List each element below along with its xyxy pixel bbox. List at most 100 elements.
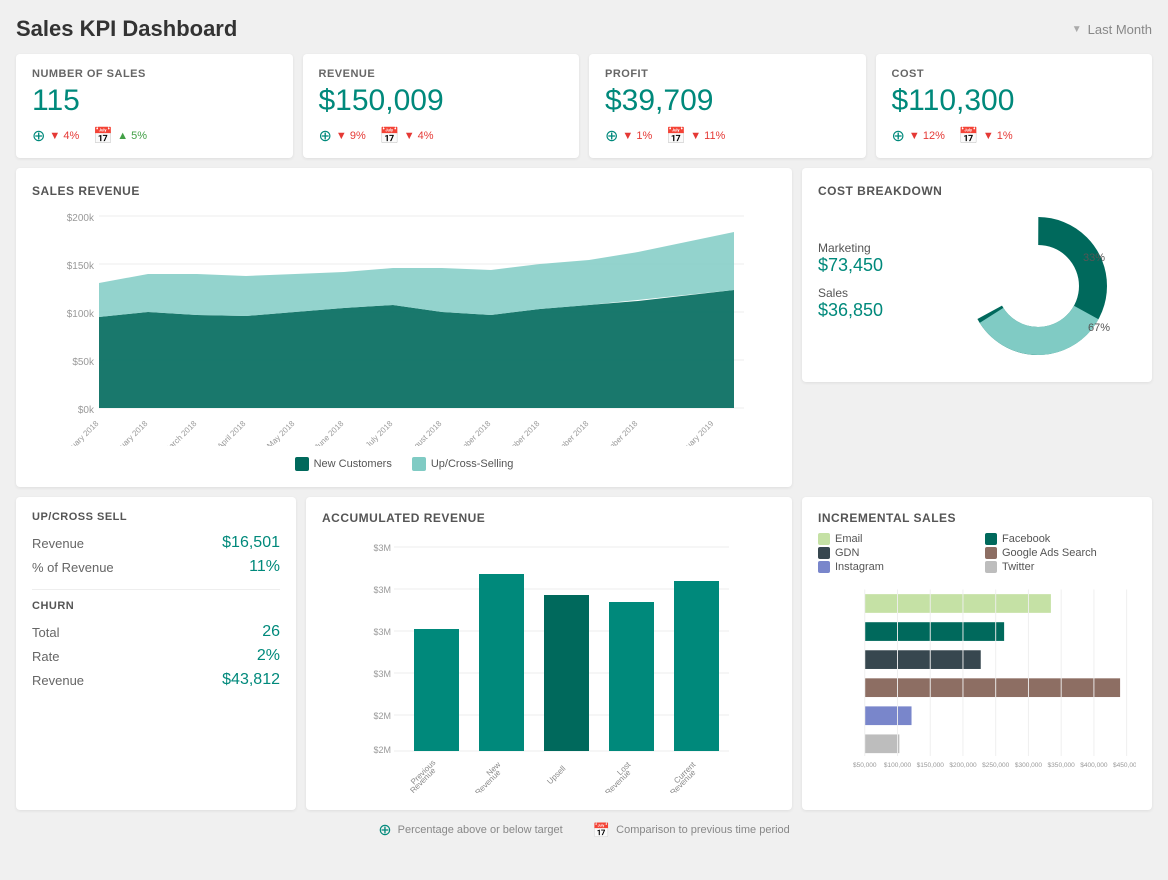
kpi-sales-title: NUMBER OF SALES (32, 68, 277, 80)
kpi-profit-metrics: ⊕ 1% 📅 11% (605, 126, 850, 146)
target-icon-2: ⊕ (319, 126, 332, 146)
legend-label-instagram: Instagram (835, 561, 884, 573)
legend-dot-email (818, 533, 830, 545)
upcross-revenue-value: $16,501 (222, 534, 280, 552)
churn-revenue-row: Revenue $43,812 (32, 668, 280, 692)
legend-facebook: Facebook (985, 533, 1136, 545)
svg-text:$100,000: $100,000 (884, 762, 912, 769)
calendar-icon: 📅 (93, 126, 113, 146)
kpi-sales-value: 115 (32, 84, 277, 118)
upcross-revenue-label: Revenue (32, 536, 84, 551)
kpi-cost: COST $110,300 ⊕ 12% 📅 1% (876, 54, 1153, 158)
svg-text:$350,000: $350,000 (1048, 762, 1076, 769)
kpi-revenue-metric1: ⊕ 9% (319, 126, 366, 146)
hbar-instagram (865, 706, 912, 725)
legend-twitter: Twitter (985, 561, 1136, 573)
donut-section: Marketing $73,450 Sales $36,850 (818, 206, 1136, 366)
dashboard: Sales KPI Dashboard ▼ Last Month NUMBER … (16, 16, 1152, 840)
churn-rate-row: Rate 2% (32, 644, 280, 668)
svg-text:$200,000: $200,000 (949, 762, 977, 769)
svg-text:33%: 33% (1083, 252, 1105, 264)
svg-text:$3M: $3M (373, 669, 391, 679)
svg-text:$50,000: $50,000 (853, 762, 877, 769)
svg-text:$3M: $3M (373, 543, 391, 553)
churn-title: CHURN (32, 600, 280, 612)
kpi-row: NUMBER OF SALES 115 ⊕ 4% 📅 5% REVENUE $1… (16, 54, 1152, 158)
kpi-sales-metric2: 📅 5% (93, 126, 147, 146)
svg-text:November 2018: November 2018 (544, 419, 591, 446)
svg-text:$150k: $150k (67, 261, 95, 272)
filter-icon: ▼ (1072, 24, 1082, 35)
svg-text:$3M: $3M (373, 585, 391, 595)
calendar-icon-4: 📅 (959, 126, 979, 146)
legend-dot-gdn (818, 547, 830, 559)
calendar-icon-3: 📅 (666, 126, 686, 146)
kpi-revenue-metric2: 📅 4% (380, 126, 434, 146)
target-icon-3: ⊕ (605, 126, 618, 146)
churn-rate-label: Rate (32, 649, 59, 664)
svg-text:67%: 67% (1088, 322, 1110, 334)
svg-text:$150,000: $150,000 (917, 762, 945, 769)
svg-text:April 2018: April 2018 (216, 419, 248, 446)
bottom-row: UP/CROSS SELL Revenue $16,501 % of Reven… (16, 497, 1152, 810)
churn-rate-value: 2% (257, 647, 280, 665)
svg-text:October 2018: October 2018 (501, 419, 542, 446)
svg-text:February 2018: February 2018 (106, 419, 150, 446)
kpi-revenue-value: $150,009 (319, 84, 564, 118)
kpi-cost-m2: 1% (983, 130, 1013, 142)
header: Sales KPI Dashboard ▼ Last Month (16, 16, 1152, 42)
cost-breakdown-card: COST BREAKDOWN Marketing $73,450 Sales $… (802, 168, 1152, 382)
legend-upcross: Up/Cross-Selling (412, 457, 514, 471)
svg-text:Upsell: Upsell (545, 764, 567, 786)
upcross-pct-value: 11% (249, 558, 280, 576)
incremental-legend: Email Facebook GDN Google Ads Search Ins… (818, 533, 1136, 573)
legend-new-customers: New Customers (295, 457, 392, 471)
bar-new-revenue (479, 574, 524, 751)
legend-color-new (295, 457, 309, 471)
area-chart-legend: New Customers Up/Cross-Selling (32, 457, 776, 471)
legend-instagram: Instagram (818, 561, 969, 573)
kpi-profit: PROFIT $39,709 ⊕ 1% 📅 11% (589, 54, 866, 158)
marketing-label: Marketing (818, 241, 948, 255)
filter-control[interactable]: ▼ Last Month (1072, 22, 1152, 37)
svg-text:$400,000: $400,000 (1080, 762, 1108, 769)
footer-target-icon: ⊕ (378, 820, 391, 840)
area-chart-svg: $200k $150k $100k $50k $0k (32, 206, 776, 446)
incremental-bar-svg: $50,000 $100,000 $150,000 $200,000 $250,… (818, 583, 1136, 783)
svg-text:January 2018: January 2018 (60, 419, 101, 446)
footer-calendar-text: Comparison to previous time period (616, 824, 790, 836)
kpi-profit-m2: 11% (690, 130, 725, 142)
right-col: COST BREAKDOWN Marketing $73,450 Sales $… (802, 168, 1152, 487)
churn-revenue-label: Revenue (32, 673, 84, 688)
svg-text:$100k: $100k (67, 309, 95, 320)
svg-text:$300,000: $300,000 (1015, 762, 1043, 769)
cost-breakdown-title: COST BREAKDOWN (818, 184, 1136, 198)
churn-total-label: Total (32, 625, 59, 640)
filter-label: Last Month (1088, 22, 1152, 37)
kpi-profit-value: $39,709 (605, 84, 850, 118)
kpi-sales-m1-value: 4% (49, 130, 79, 142)
target-icon-4: ⊕ (892, 126, 905, 146)
sales-revenue-title: SALES REVENUE (32, 184, 776, 198)
upcross-pct-label: % of Revenue (32, 560, 114, 575)
svg-text:January 2019: January 2019 (675, 419, 716, 446)
hbar-facebook (865, 622, 1004, 641)
marketing-value: $73,450 (818, 255, 948, 276)
calendar-icon-2: 📅 (380, 126, 400, 146)
bar-lost-revenue (609, 602, 654, 751)
kpi-cost-value: $110,300 (892, 84, 1137, 118)
svg-text:$2M: $2M (373, 711, 391, 721)
sales-label: Sales (818, 286, 948, 300)
footer-item-calendar: 📅 Comparison to previous time period (593, 822, 790, 839)
kpi-cost-m1: 12% (909, 130, 945, 142)
bar-upsell (544, 595, 589, 751)
kpi-revenue-metrics: ⊕ 9% 📅 4% (319, 126, 564, 146)
card-divider (32, 589, 280, 590)
legend-google-ads: Google Ads Search (985, 547, 1136, 559)
accumulated-bar-svg: $3M $3M $3M $3M $2M $2M (322, 533, 776, 793)
donut-chart-svg: 33% 67% (958, 206, 1118, 366)
churn-total-row: Total 26 (32, 620, 280, 644)
upcross-churn-card: UP/CROSS SELL Revenue $16,501 % of Reven… (16, 497, 296, 810)
svg-text:$450,000: $450,000 (1113, 762, 1136, 769)
donut-legend: Marketing $73,450 Sales $36,850 (818, 241, 948, 331)
